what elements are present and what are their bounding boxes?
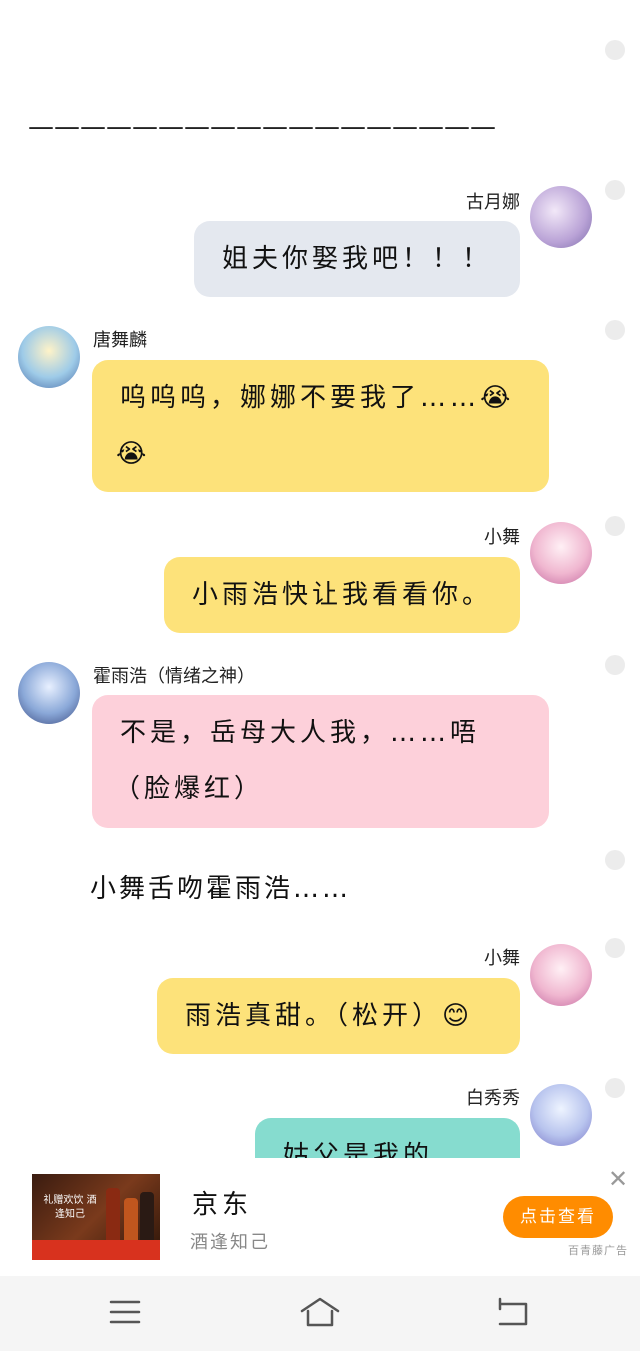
- message-select-dot[interactable]: [605, 850, 625, 870]
- sender-name: 古月娜: [466, 192, 520, 213]
- message-select-dot[interactable]: [605, 320, 625, 340]
- home-icon[interactable]: [298, 1294, 342, 1330]
- sender-name: 小舞: [484, 527, 520, 548]
- message-select-dot[interactable]: [605, 40, 625, 60]
- avatar[interactable]: [530, 522, 592, 584]
- message-select-dot[interactable]: [605, 516, 625, 536]
- avatar[interactable]: [530, 1084, 592, 1146]
- message-text: 雨浩真甜。（松开）: [185, 1001, 443, 1031]
- chat-area: —————————————————— 古月娜 姐夫你娶我吧！！！ 唐舞麟 呜呜呜…: [0, 0, 640, 1158]
- system-nav-bar: [0, 1276, 640, 1351]
- narration-text: 小舞舌吻霍雨浩……: [90, 874, 352, 904]
- avatar[interactable]: [530, 186, 592, 248]
- message-bubble: 姑父是我的啦！: [255, 1118, 520, 1158]
- message-text: 姑父是我的啦！: [283, 1141, 434, 1158]
- message-text: 呜呜呜，娜娜不要我了……: [120, 383, 481, 413]
- message-select-dot[interactable]: [605, 938, 625, 958]
- message-select-dot[interactable]: [605, 180, 625, 200]
- message-text: 姐夫你娶我吧！！！: [222, 244, 493, 274]
- message-bubble: 姐夫你娶我吧！！！: [194, 221, 520, 297]
- message-text: 小雨浩快让我看看你。: [192, 580, 493, 610]
- ad-image[interactable]: 礼赠欢饮 酒逢知己: [32, 1174, 160, 1260]
- message-bubble: 小雨浩快让我看看你。: [164, 557, 520, 633]
- avatar[interactable]: [18, 326, 80, 388]
- back-icon[interactable]: [492, 1294, 536, 1330]
- avatar[interactable]: [530, 944, 592, 1006]
- message-text: （脸爆红）: [114, 774, 265, 804]
- message-bubble: 呜呜呜，娜娜不要我了……😭 😭: [92, 360, 549, 492]
- crying-emoji: 😭: [116, 439, 151, 469]
- ad-subtitle: 酒逢知己: [190, 1232, 270, 1253]
- ad-tag: 百青藤广告: [568, 1244, 628, 1257]
- ad-banner[interactable]: 礼赠欢饮 酒逢知己 京东 酒逢知己 点击查看 ✕ 百青藤广告: [0, 1158, 640, 1276]
- sender-name: 唐舞麟: [93, 330, 147, 351]
- scene-divider: ——————————————————: [28, 112, 496, 142]
- sender-name: 霍雨浩（情绪之神）: [93, 666, 255, 687]
- ad-view-button[interactable]: 点击查看: [503, 1196, 613, 1238]
- sender-name: 小舞: [484, 948, 520, 969]
- ad-title[interactable]: 京东: [192, 1184, 252, 1221]
- ad-image-text: 礼赠欢饮 酒逢知己: [43, 1195, 97, 1220]
- message-bubble: 雨浩真甜。（松开）😊: [157, 978, 520, 1054]
- avatar[interactable]: [18, 662, 80, 724]
- sender-name: 白秀秀: [466, 1088, 520, 1109]
- smiling-emoji: 😊: [442, 1001, 474, 1031]
- message-bubble: 不是，岳母大人我，……唔 （脸爆红）: [92, 695, 549, 828]
- close-icon[interactable]: ✕: [607, 1167, 629, 1191]
- message-select-dot[interactable]: [605, 1078, 625, 1098]
- message-select-dot[interactable]: [605, 655, 625, 675]
- message-text: 不是，岳母大人我，……唔: [120, 718, 481, 748]
- crying-emoji: 😭: [480, 383, 515, 413]
- menu-icon[interactable]: [103, 1294, 147, 1330]
